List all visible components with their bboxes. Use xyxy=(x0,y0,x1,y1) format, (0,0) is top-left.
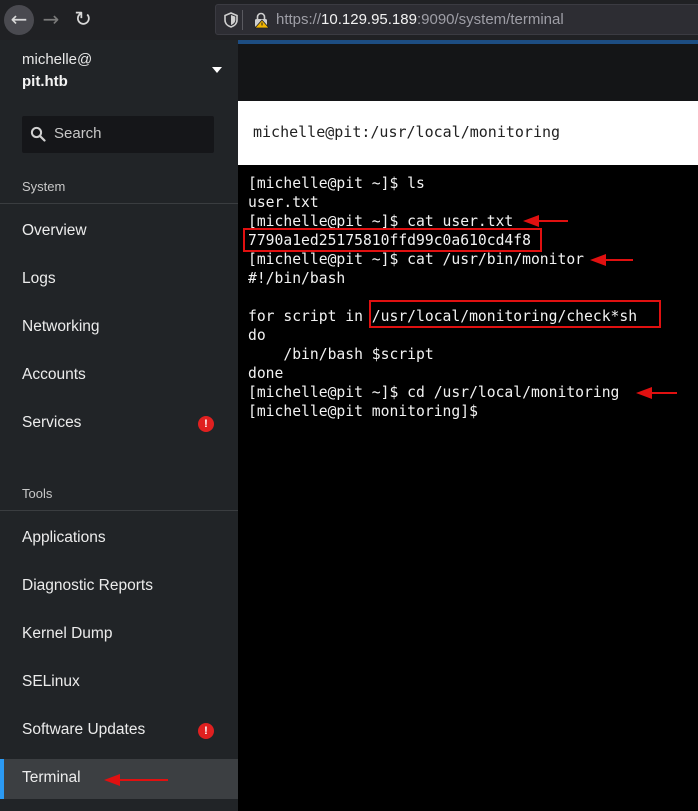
terminal-line: [michelle@pit monitoring]$ xyxy=(248,403,478,420)
back-arrow-icon[interactable]: ← xyxy=(4,5,34,35)
terminal-line: /bin/bash $script xyxy=(248,346,434,363)
section-label-tools: Tools xyxy=(22,486,53,501)
terminal-title-bar: michelle@pit:/usr/local/monitoring xyxy=(238,101,698,165)
search-box[interactable] xyxy=(22,116,214,153)
sidebar: michelle@ pit.htb System Overview Logs N… xyxy=(0,40,238,811)
terminal-line: 7790a1ed25175810ffd99c0a610cd4f8 xyxy=(248,232,531,249)
shield-icon[interactable] xyxy=(222,11,240,29)
sidebar-item-applications[interactable]: Applications xyxy=(0,519,238,559)
sidebar-item-networking[interactable]: Networking xyxy=(0,308,238,348)
browser-toolbar: ← → ↻ https://10.129.95.189:9090/system/… xyxy=(0,0,698,40)
address-bar[interactable]: https://10.129.95.189:9090/system/termin… xyxy=(215,4,698,35)
host-name[interactable]: pit.htb xyxy=(22,73,68,90)
active-indicator xyxy=(0,759,4,799)
divider xyxy=(0,203,238,204)
url-text: https://10.129.95.189:9090/system/termin… xyxy=(276,11,564,28)
search-input[interactable] xyxy=(54,125,204,142)
sidebar-item-label: Services xyxy=(22,414,82,431)
terminal-pane: michelle@pit:/usr/local/monitoring [mich… xyxy=(238,40,698,811)
sidebar-item-services[interactable]: Services ! xyxy=(0,404,238,444)
sidebar-item-label: Accounts xyxy=(22,366,86,383)
terminal-line: [michelle@pit ~]$ ls xyxy=(248,175,425,192)
alert-icon: ! xyxy=(198,416,214,432)
terminal-line: [michelle@pit ~]$ cat user.txt xyxy=(248,213,514,230)
sidebar-item-label: Logs xyxy=(22,270,56,287)
sidebar-item-label: Kernel Dump xyxy=(22,625,113,642)
url-host: 10.129.95.189 xyxy=(321,11,417,28)
section-label-system: System xyxy=(22,179,66,194)
terminal-output[interactable]: [michelle@pit ~]$ ls user.txt [michelle@… xyxy=(248,174,694,421)
terminal-line: done xyxy=(248,365,284,382)
reload-icon[interactable]: ↻ xyxy=(68,5,98,35)
sidebar-item-label: Networking xyxy=(22,318,100,335)
sidebar-item-selinux[interactable]: SELinux xyxy=(0,663,238,703)
sidebar-item-label: Terminal xyxy=(22,769,81,786)
terminal-line: do xyxy=(248,327,266,344)
search-icon xyxy=(30,126,46,142)
sidebar-item-kernel-dump[interactable]: Kernel Dump xyxy=(0,615,238,655)
url-path: :9090/system/terminal xyxy=(416,11,564,28)
insecure-lock-icon[interactable] xyxy=(252,11,270,29)
sidebar-item-overview[interactable]: Overview xyxy=(0,212,238,252)
sidebar-item-software-updates[interactable]: Software Updates ! xyxy=(0,711,238,751)
terminal-line: [michelle@pit ~]$ cat /usr/bin/monitor xyxy=(248,251,585,268)
sidebar-item-logs[interactable]: Logs xyxy=(0,260,238,300)
sidebar-item-terminal[interactable]: Terminal xyxy=(0,759,238,799)
host-dropdown-caret-icon[interactable] xyxy=(212,67,222,73)
divider xyxy=(0,510,238,511)
address-separator xyxy=(242,10,243,30)
sidebar-item-accounts[interactable]: Accounts xyxy=(0,356,238,396)
forward-arrow-icon[interactable]: → xyxy=(36,5,66,35)
sidebar-item-label: SELinux xyxy=(22,673,80,690)
terminal-line: #!/bin/bash xyxy=(248,270,346,287)
page-header xyxy=(238,44,698,101)
sidebar-item-label: Overview xyxy=(22,222,87,239)
host-user[interactable]: michelle@ xyxy=(22,51,92,68)
sidebar-item-diagnostic-reports[interactable]: Diagnostic Reports xyxy=(0,567,238,607)
terminal-line: [michelle@pit ~]$ cd /usr/local/monitori… xyxy=(248,384,620,401)
terminal-title: michelle@pit:/usr/local/monitoring xyxy=(253,123,561,141)
alert-icon: ! xyxy=(198,723,214,739)
sidebar-item-label: Diagnostic Reports xyxy=(22,577,153,594)
sidebar-item-label: Applications xyxy=(22,529,106,546)
url-scheme: https:// xyxy=(276,11,322,28)
terminal-line: user.txt xyxy=(248,194,319,211)
terminal-line: for script in /usr/local/monitoring/chec… xyxy=(248,308,638,325)
sidebar-item-label: Software Updates xyxy=(22,721,146,738)
